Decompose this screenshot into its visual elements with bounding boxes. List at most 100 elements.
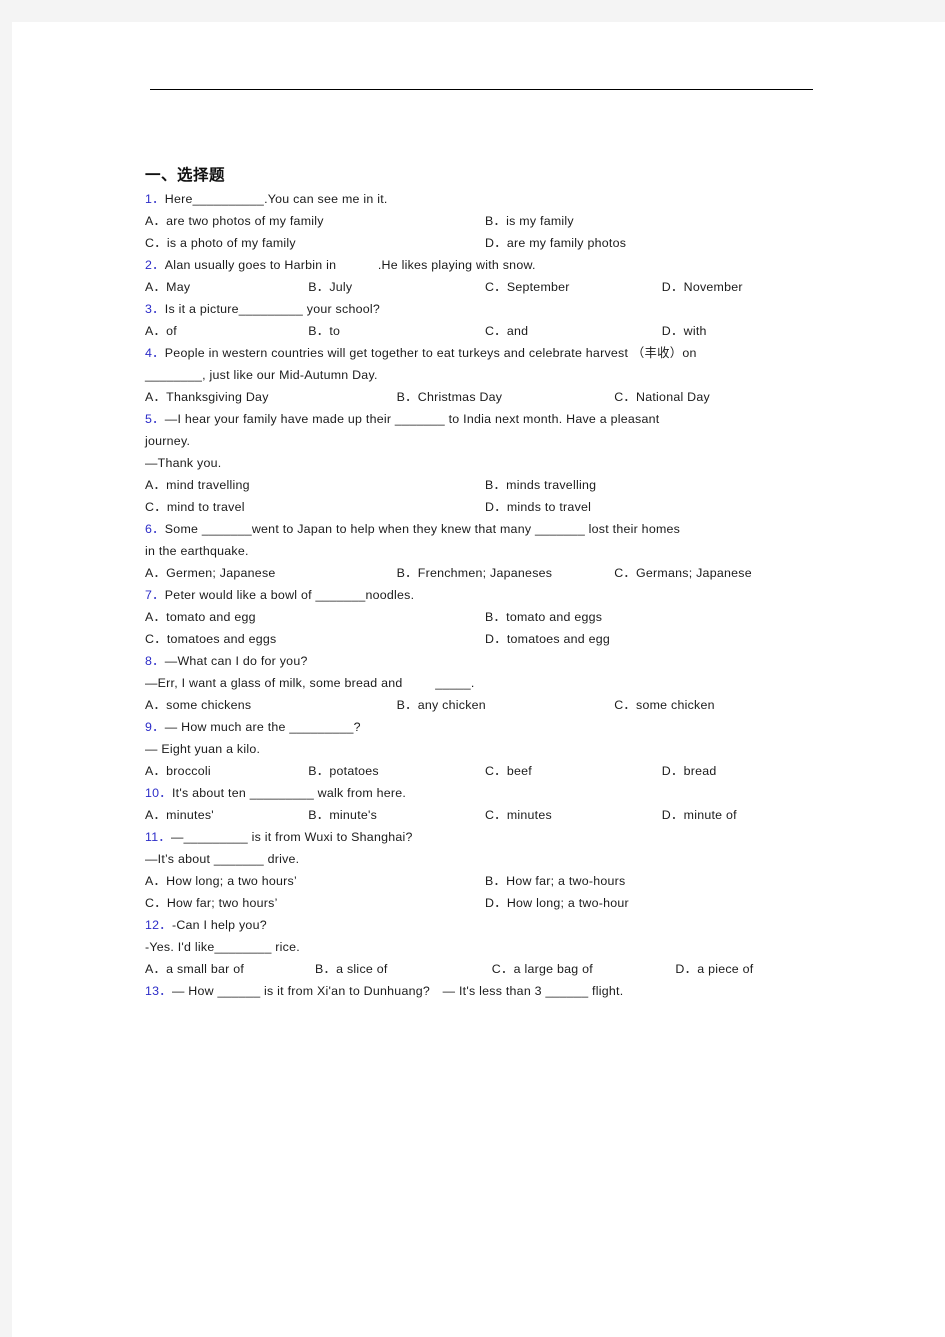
option-c[interactable]: C．How far; two hours’ — [145, 897, 485, 910]
question-number: 2． — [145, 257, 165, 272]
option-row: C．mind to travel D．minds to travel — [145, 501, 825, 523]
header-divider-rule — [150, 89, 813, 90]
option-a[interactable]: A．of — [145, 325, 308, 338]
option-a[interactable]: A．tomato and egg — [145, 611, 485, 624]
option-d[interactable]: D．November — [662, 281, 825, 294]
option-c[interactable]: C．tomatoes and eggs — [145, 633, 485, 646]
question-text: Some _______went to Japan to help when t… — [164, 521, 681, 536]
question-number: 13． — [145, 983, 172, 998]
option-b[interactable]: B．to — [308, 325, 485, 338]
option-d[interactable]: D．minute of — [662, 809, 825, 822]
question-stem: 7．Peter would like a bowl of _______nood… — [145, 589, 825, 611]
option-a[interactable]: A．minutes' — [145, 809, 308, 822]
question-dialogue-reply: -Yes. I'd like________ rice. — [145, 939, 300, 954]
question-stem: 3．Is it a picture_________ your school? — [145, 303, 825, 325]
option-d[interactable]: D．How long; a two-hour — [485, 897, 825, 910]
option-c[interactable]: C．some chicken — [614, 699, 825, 712]
option-b[interactable]: B．How far; a two-hours — [485, 875, 825, 888]
question-stem: 4．People in western countries will get t… — [145, 347, 825, 369]
option-a[interactable]: A．mind travelling — [145, 479, 485, 492]
question-stem: 8．—What can I do for you? — [145, 655, 825, 677]
option-a[interactable]: A．some chickens — [145, 699, 397, 712]
question-stem: 1．Here__________.You can see me in it. — [145, 193, 825, 215]
question-stem: 12．-Can I help you? — [145, 919, 825, 941]
option-d[interactable]: D．tomatoes and egg — [485, 633, 825, 646]
option-row: A．mind travelling B．minds travelling — [145, 479, 825, 501]
question-stem-continued: ________, just like our Mid-Autumn Day. — [145, 367, 378, 382]
option-b[interactable]: B．Frenchmen; Japaneses — [397, 567, 615, 580]
option-c[interactable]: C．Germans; Japanese — [614, 567, 825, 580]
question-stem: 5．—I hear your family have made up their… — [145, 413, 825, 435]
option-b[interactable]: B．potatoes — [308, 765, 485, 778]
option-b[interactable]: B．minute's — [308, 809, 485, 822]
option-row: A．tomato and egg B．tomato and eggs — [145, 611, 825, 633]
question-text: Here__________.You can see me in it. — [164, 191, 388, 206]
question-text: — How much are the _________? — [164, 719, 361, 734]
question-number: 6． — [145, 521, 165, 536]
option-b[interactable]: B．any chicken — [397, 699, 615, 712]
question-text: -Can I help you? — [171, 917, 267, 932]
option-row: A．some chickens B．any chicken C．some chi… — [145, 699, 825, 721]
question-number: 9． — [145, 719, 165, 734]
option-b[interactable]: B．July — [308, 281, 485, 294]
option-c[interactable]: C．a large bag of — [492, 963, 676, 976]
option-a[interactable]: A．broccoli — [145, 765, 308, 778]
question-text: People in western countries will get tog… — [164, 345, 697, 360]
option-row: C．tomatoes and eggs D．tomatoes and egg — [145, 633, 825, 655]
question-dialogue-reply: — Eight yuan a kilo. — [145, 741, 261, 756]
option-c[interactable]: C．September — [485, 281, 662, 294]
option-d[interactable]: D．are my family photos — [485, 237, 825, 250]
question-stem-continued: in the earthquake. — [145, 543, 249, 558]
option-c[interactable]: C．minutes — [485, 809, 662, 822]
question-number: 5． — [145, 411, 165, 426]
question-text: —_________ is it from Wuxi to Shanghai? — [171, 829, 413, 844]
option-a[interactable]: A．a small bar of — [145, 963, 315, 976]
document-content: 一、选择题 1．Here__________.You can see me in… — [145, 165, 825, 1007]
option-row: A．a small bar of B．a slice of C．a large … — [145, 963, 825, 985]
question-stem-continued: journey. — [145, 433, 191, 448]
option-b[interactable]: B．Christmas Day — [397, 391, 615, 404]
question-stem: 9．— How much are the _________? — [145, 721, 825, 743]
option-b[interactable]: B．tomato and eggs — [485, 611, 825, 624]
option-c[interactable]: C．National Day — [614, 391, 825, 404]
option-row: C．How far; two hours’ D．How long; a two-… — [145, 897, 825, 919]
option-row: A．are two photos of my family B．is my fa… — [145, 215, 825, 237]
option-b[interactable]: B．a slice of — [315, 963, 492, 976]
option-row: C．is a photo of my family D．are my famil… — [145, 237, 825, 259]
option-b[interactable]: B．is my family — [485, 215, 825, 228]
question-stem: 13．— How ______ is it from Xi'an to Dunh… — [145, 985, 825, 1007]
option-c[interactable]: C．and — [485, 325, 662, 338]
option-c[interactable]: C．beef — [485, 765, 662, 778]
question-text: It's about ten _________ walk from here. — [171, 785, 407, 800]
question-dialogue-reply: —Err, I want a glass of milk, some bread… — [145, 675, 475, 690]
option-c[interactable]: C．is a photo of my family — [145, 237, 485, 250]
question-number: 1． — [145, 191, 165, 206]
question-number: 7． — [145, 587, 165, 602]
option-d[interactable]: D．with — [662, 325, 825, 338]
question-dialogue-reply: —Thank you. — [145, 455, 222, 470]
option-d[interactable]: D．bread — [662, 765, 825, 778]
option-row: A．How long; a two hours’ B．How far; a tw… — [145, 875, 825, 897]
question-text: Is it a picture_________ your school? — [164, 301, 381, 316]
question-text: Peter would like a bowl of _______noodle… — [164, 587, 415, 602]
question-dialogue-reply: —It’s about _______ drive. — [145, 851, 300, 866]
option-a[interactable]: A．Thanksgiving Day — [145, 391, 397, 404]
question-number: 4． — [145, 345, 165, 360]
document-page: 一、选择题 1．Here__________.You can see me in… — [12, 22, 945, 1337]
option-d[interactable]: D．minds to travel — [485, 501, 825, 514]
question-number: 3． — [145, 301, 165, 316]
option-row: A．of B．to C．and D．with — [145, 325, 825, 347]
option-a[interactable]: A．are two photos of my family — [145, 215, 485, 228]
option-a[interactable]: A．Germen; Japanese — [145, 567, 397, 580]
question-number: 11． — [145, 829, 172, 844]
option-row: A．minutes' B．minute's C．minutes D．minute… — [145, 809, 825, 831]
section-heading: 一、选择题 — [145, 166, 226, 184]
option-a[interactable]: A．May — [145, 281, 308, 294]
option-b[interactable]: B．minds travelling — [485, 479, 825, 492]
question-stem: 6．Some _______went to Japan to help when… — [145, 523, 825, 545]
option-d[interactable]: D．a piece of — [675, 963, 825, 976]
option-a[interactable]: A．How long; a two hours’ — [145, 875, 485, 888]
option-c[interactable]: C．mind to travel — [145, 501, 485, 514]
question-text: —What can I do for you? — [164, 653, 308, 668]
question-stem: 10．It's about ten _________ walk from he… — [145, 787, 825, 809]
